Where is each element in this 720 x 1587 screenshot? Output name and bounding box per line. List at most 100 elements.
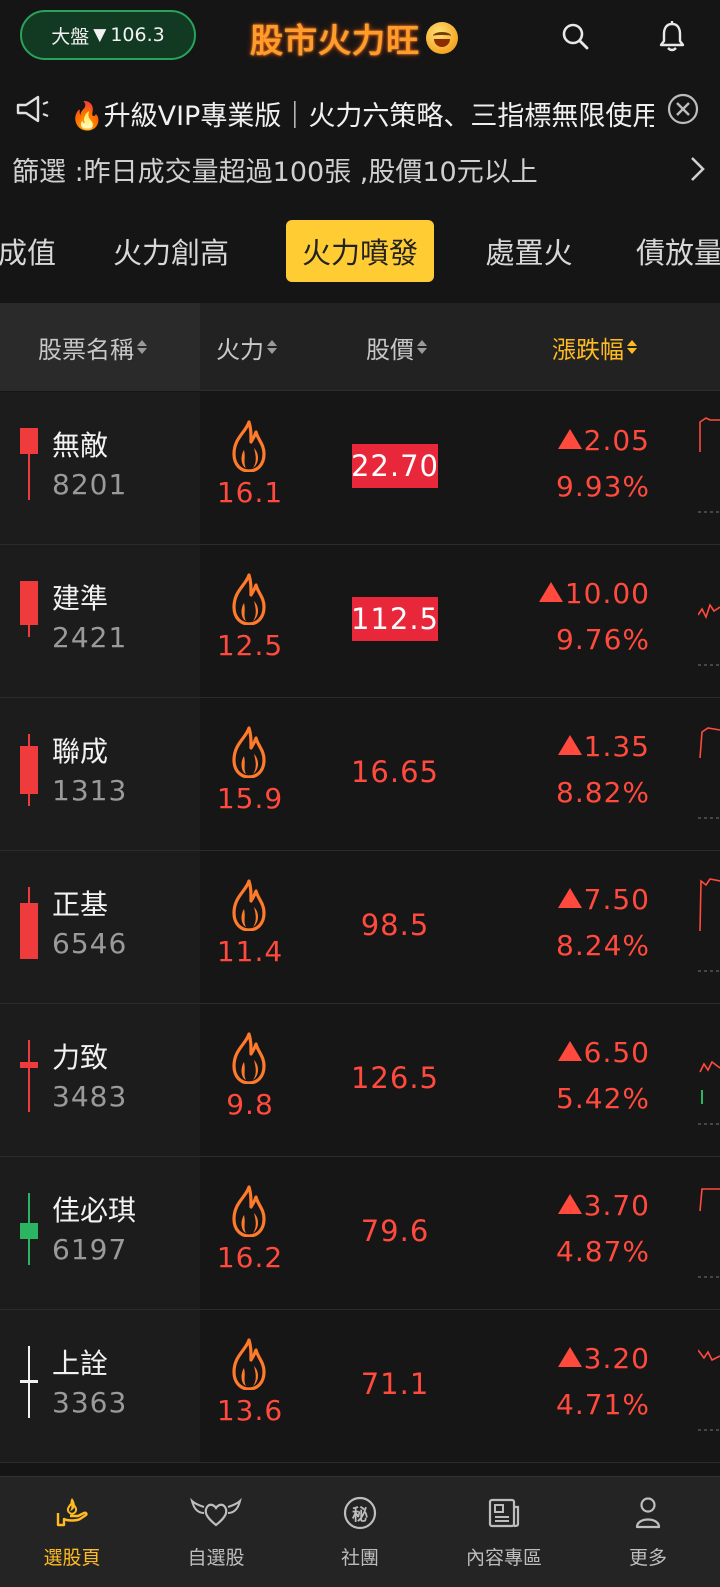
nav-more[interactable]: 更多: [576, 1487, 720, 1583]
close-circle-icon: [667, 93, 699, 125]
stock-row[interactable]: 無敵 8201 16.1 22.70 2.05 9.93%: [0, 392, 720, 545]
candlestick-icon: [20, 428, 38, 500]
tab-fire-high[interactable]: 火力創高: [100, 220, 242, 282]
stock-code: 1313: [52, 774, 128, 807]
nav-label: 選股頁: [43, 1547, 101, 1569]
filter-bar[interactable]: 篩選 :昨日成交量超過100張 ,股價10元以上: [0, 146, 720, 190]
stock-name: 上詮: [52, 1347, 109, 1380]
announcement-close-button[interactable]: [666, 92, 700, 130]
sparkline-chart: [698, 1349, 720, 1431]
sort-icon: [417, 340, 427, 354]
sort-by-name[interactable]: 股票名稱: [38, 303, 147, 391]
stock-name: 力致: [52, 1041, 109, 1074]
change-percent: 5.42%: [556, 1082, 650, 1115]
stock-code: 8201: [52, 468, 128, 501]
change-value: 10.00: [564, 577, 650, 610]
sparkline-chart: [698, 1188, 720, 1278]
nav-club[interactable]: 秘 社團: [288, 1487, 432, 1583]
stock-row[interactable]: 佳必琪 6197 16.2 79.6 3.70 4.87%: [0, 1157, 720, 1310]
bottom-navigation: 選股頁 自選股 秘 社團 內容專區 更多: [0, 1476, 720, 1587]
app-header: 大盤 ▼ 106.3 股市火力旺: [0, 0, 720, 74]
up-triangle-icon: [538, 582, 563, 602]
candlestick-icon: [20, 1193, 38, 1265]
change-percent: 9.76%: [556, 623, 650, 656]
nav-watchlist[interactable]: 自選股: [144, 1487, 288, 1583]
price-change: 3.70: [557, 1189, 650, 1222]
filter-text: 篩選 :昨日成交量超過100張 ,股價10元以上: [12, 157, 538, 188]
app-logo: 股市火力旺: [250, 16, 458, 60]
stock-code: 6197: [52, 1233, 128, 1266]
sort-by-change[interactable]: 漲跌幅: [552, 303, 637, 391]
change-value: 6.50: [583, 1036, 650, 1069]
stock-row[interactable]: 聯成 1313 15.9 16.65 1.35 8.82%: [0, 698, 720, 851]
candle-body: [20, 428, 38, 454]
change-value: 3.20: [583, 1342, 650, 1375]
tab-disposal-fire[interactable]: 處置火: [474, 220, 584, 282]
newspaper-icon: [486, 1487, 522, 1539]
stock-row[interactable]: 力致 3483 9.8 126.5 6.50 5.42%: [0, 1004, 720, 1157]
search-icon: [562, 23, 589, 50]
stock-name: 無敵: [52, 429, 109, 462]
flame-icon: [232, 879, 266, 931]
stock-row[interactable]: 正基 6546 11.4 98.5 7.50 8.24%: [0, 851, 720, 1004]
tab-value[interactable]: 成值: [0, 220, 56, 282]
sparkline-chart: [698, 727, 720, 819]
change-percent: 8.82%: [556, 776, 650, 809]
stock-code: 2421: [52, 621, 128, 654]
candle-body: [20, 1223, 38, 1239]
fire-score: 9.8: [226, 1088, 274, 1121]
sort-icon: [267, 340, 277, 354]
nav-content[interactable]: 內容專區: [432, 1487, 576, 1583]
nav-label: 更多: [628, 1547, 667, 1569]
sort-by-fire[interactable]: 火力: [216, 303, 277, 391]
market-arrow: ▼: [93, 25, 107, 45]
up-triangle-icon: [557, 1041, 582, 1061]
sort-desc-icon: [627, 340, 637, 354]
search-button[interactable]: [553, 14, 597, 58]
nav-stock-picker[interactable]: 選股頁: [0, 1487, 144, 1583]
bell-icon: [659, 21, 685, 52]
fire-score: 15.9: [216, 782, 284, 815]
up-triangle-icon: [557, 1347, 582, 1367]
candlestick-icon: [20, 887, 38, 959]
price-change: 6.50: [557, 1036, 650, 1069]
change-percent: 9.93%: [556, 470, 650, 503]
megaphone-icon: [14, 92, 50, 130]
sparkline-chart: [698, 878, 720, 972]
stock-row[interactable]: 建準 2421 12.5 112.5 10.00 9.76%: [0, 545, 720, 698]
stock-name: 佳必琪: [52, 1194, 137, 1227]
change-value: 7.50: [583, 883, 650, 916]
chevron-right-icon[interactable]: [688, 154, 708, 188]
notification-button[interactable]: [650, 14, 694, 58]
candlestick-icon: [20, 1040, 38, 1112]
price-value: 126.5: [350, 1061, 440, 1095]
strategy-tabs: 成值 火力創高 火力噴發 處置火 債放量: [0, 216, 720, 286]
stock-code: 3363: [52, 1386, 128, 1419]
sort-by-price[interactable]: 股價: [366, 303, 427, 391]
tab-fire-burst[interactable]: 火力噴發: [286, 220, 434, 282]
sparkline-chart: [698, 1060, 720, 1125]
candle-body: [20, 903, 38, 959]
candlestick-icon: [20, 1346, 38, 1418]
candlestick-icon: [20, 734, 38, 806]
flame-icon: [232, 1032, 266, 1084]
candle-body: [20, 1380, 38, 1383]
market-change: 106.3: [110, 24, 165, 46]
market-index-pill[interactable]: 大盤 ▼ 106.3: [20, 10, 196, 60]
sparkline-chart: [698, 417, 720, 513]
winged-heart-icon: [190, 1487, 242, 1539]
column-change-label: 漲跌幅: [552, 335, 624, 364]
nav-label: 社團: [340, 1547, 379, 1569]
candle-body: [20, 581, 38, 625]
flame-icon: [232, 420, 266, 472]
announcement-text[interactable]: 🔥升級VIP專業版｜火力六策略、三指標無限使用: [70, 94, 654, 133]
change-percent: 4.71%: [556, 1388, 650, 1421]
change-value: 1.35: [583, 730, 650, 763]
up-triangle-icon: [557, 429, 582, 449]
announcement-bar[interactable]: 🔥升級VIP專業版｜火力六策略、三指標無限使用: [0, 86, 720, 136]
column-fire-label: 火力: [216, 335, 264, 364]
stock-row[interactable]: 上詮 3363 13.6 71.1 3.20 4.71%: [0, 1310, 720, 1463]
flame-icon: [232, 726, 266, 778]
price-change: 3.20: [557, 1342, 650, 1375]
tab-bond-volume[interactable]: 債放量: [636, 220, 720, 282]
